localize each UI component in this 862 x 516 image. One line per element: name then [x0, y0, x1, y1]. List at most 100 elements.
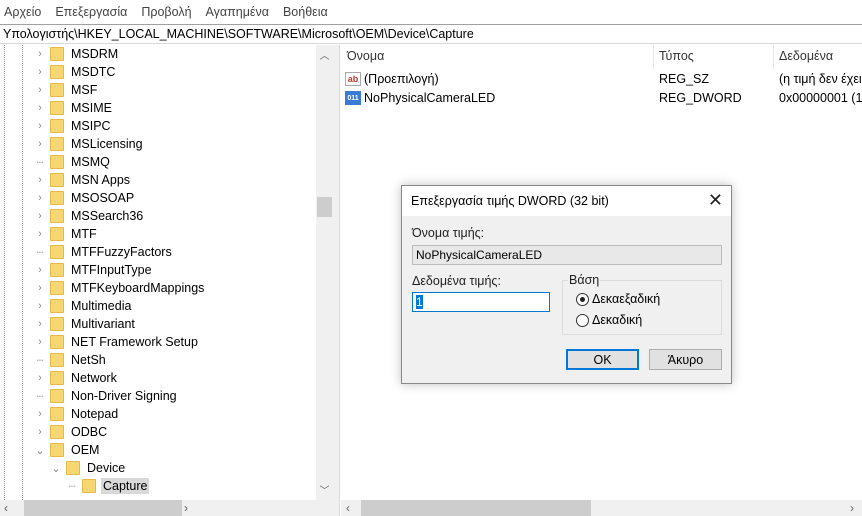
- scroll-down-icon[interactable]: ﹀: [316, 482, 333, 497]
- folder-icon: [50, 155, 64, 169]
- value-name-label: Όνομα τιμής:: [412, 226, 485, 240]
- tree-item-label: MSDRM: [71, 47, 119, 61]
- expand-chevron-icon[interactable]: ›: [34, 192, 46, 204]
- expand-chevron-icon[interactable]: ›: [34, 102, 46, 114]
- tree-item-label: Notepad: [71, 407, 119, 421]
- scroll-thumb[interactable]: [24, 500, 182, 516]
- value-name-field: NoPhysicalCameraLED: [412, 245, 722, 265]
- tree-item[interactable]: › MTFInputType: [34, 261, 154, 279]
- expand-chevron-icon[interactable]: ›: [34, 408, 46, 420]
- tree-item[interactable]: › MTFKeyboardMappings: [34, 279, 206, 297]
- tree-item[interactable]: ┈ Non-Driver Signing: [34, 387, 179, 405]
- value-data: 0x00000001 (1): [779, 91, 862, 105]
- expand-chevron-icon[interactable]: ›: [34, 210, 46, 222]
- folder-icon: [50, 281, 64, 295]
- menu-file[interactable]: Αρχείο: [4, 5, 41, 19]
- expand-chevron-icon[interactable]: ›: [34, 264, 46, 276]
- values-horizontal-scrollbar[interactable]: ‹ ›: [341, 500, 862, 516]
- close-icon[interactable]: ✕: [708, 190, 723, 211]
- value-type: REG_DWORD: [659, 91, 742, 105]
- tree-item[interactable]: › ODBC: [34, 423, 109, 441]
- column-data[interactable]: Δεδομένα: [779, 49, 833, 63]
- column-type[interactable]: Τύπος: [659, 49, 694, 63]
- expand-chevron-icon[interactable]: ›: [34, 120, 46, 132]
- column-name[interactable]: Όνομα: [347, 49, 384, 63]
- menu-view[interactable]: Προβολή: [141, 5, 191, 19]
- scroll-right-icon[interactable]: ›: [184, 501, 188, 515]
- expand-chevron-icon[interactable]: ›: [34, 300, 46, 312]
- expand-chevron-icon[interactable]: ›: [34, 372, 46, 384]
- tree-item[interactable]: › MSSearch36: [34, 207, 145, 225]
- collapse-chevron-icon[interactable]: ⌄: [50, 462, 62, 475]
- tree-item-label: Multivariant: [71, 317, 135, 331]
- tree-item[interactable]: › MSLicensing: [34, 135, 145, 153]
- folder-icon: [50, 371, 64, 385]
- base-decimal-radio[interactable]: Δεκαδική: [576, 313, 642, 327]
- address-bar[interactable]: Υπολογιστής\HKEY_LOCAL_MACHINE\SOFTWARE\…: [0, 24, 862, 44]
- expand-chevron-icon[interactable]: ›: [34, 48, 46, 60]
- expand-chevron-icon[interactable]: ›: [34, 318, 46, 330]
- base-hex-radio[interactable]: Δεκαεξαδική: [576, 292, 660, 306]
- value-row[interactable]: 011 NoPhysicalCameraLED: [345, 89, 495, 107]
- tree-item[interactable]: ┈ Capture: [66, 477, 150, 495]
- tree-item[interactable]: › Multivariant: [34, 315, 137, 333]
- folder-icon: [50, 137, 64, 151]
- expand-chevron-icon[interactable]: ›: [34, 426, 46, 438]
- column-divider[interactable]: [773, 45, 774, 69]
- tree-item[interactable]: › Notepad: [34, 405, 120, 423]
- ok-button[interactable]: OK: [566, 349, 639, 370]
- expand-chevron-icon[interactable]: ›: [34, 282, 46, 294]
- tree-item[interactable]: › MSIPC: [34, 117, 113, 135]
- expand-chevron-icon[interactable]: ›: [34, 174, 46, 186]
- scroll-left-icon[interactable]: ‹: [4, 501, 8, 515]
- tree-item[interactable]: ┈ NetSh: [34, 351, 108, 369]
- tree-item[interactable]: ┈ MTFFuzzyFactors: [34, 243, 174, 261]
- scroll-left-icon[interactable]: ‹: [346, 501, 350, 515]
- tree-item[interactable]: › MSDTC: [34, 63, 117, 81]
- scroll-right-icon[interactable]: ›: [850, 501, 854, 515]
- folder-icon: [50, 47, 64, 61]
- expand-chevron-icon[interactable]: ›: [34, 84, 46, 96]
- tree-item-label: MTFKeyboardMappings: [71, 281, 205, 295]
- expand-chevron-icon[interactable]: ›: [34, 228, 46, 240]
- column-divider[interactable]: [653, 45, 654, 69]
- scroll-thumb[interactable]: [361, 500, 591, 516]
- tree-item[interactable]: ⌄ OEM: [34, 441, 101, 459]
- tree-item-label: MSN Apps: [71, 173, 131, 187]
- menu-help[interactable]: Βοήθεια: [283, 5, 328, 19]
- tree-item[interactable]: › Multimedia: [34, 297, 133, 315]
- tree-guide-line: [22, 45, 23, 500]
- expand-chevron-icon[interactable]: ›: [34, 336, 46, 348]
- tree-item[interactable]: › NET Framework Setup: [34, 333, 200, 351]
- scroll-up-icon[interactable]: ︿: [316, 47, 333, 62]
- menu-favorites[interactable]: Αγαπημένα: [206, 5, 269, 19]
- tree-item[interactable]: › MSDRM: [34, 45, 120, 63]
- tree-item[interactable]: ┈ MSMQ: [34, 153, 112, 171]
- tree-horizontal-scrollbar[interactable]: ‹ ›: [0, 500, 333, 516]
- value-row[interactable]: ab (Προεπιλογή): [345, 70, 439, 88]
- expand-chevron-icon[interactable]: ›: [34, 138, 46, 150]
- tree-item[interactable]: › Network: [34, 369, 119, 387]
- tree-item-label: MTF: [71, 227, 97, 241]
- menu-edit[interactable]: Επεξεργασία: [55, 5, 127, 19]
- scroll-thumb[interactable]: [317, 197, 332, 217]
- tree-item-label: MSMQ: [71, 155, 110, 169]
- folder-icon: [50, 425, 64, 439]
- tree-item-label: MSIME: [71, 101, 112, 115]
- tree-item[interactable]: › MSF: [34, 81, 99, 99]
- tree-item[interactable]: › MSN Apps: [34, 171, 132, 189]
- collapse-chevron-icon[interactable]: ⌄: [34, 444, 46, 457]
- folder-icon: [50, 317, 64, 331]
- tree-item[interactable]: ⌄ Device: [50, 459, 127, 477]
- tree-item[interactable]: › MSOSOAP: [34, 189, 136, 207]
- tree-vertical-scrollbar[interactable]: ︿ ﹀: [316, 45, 333, 500]
- tree-item[interactable]: › MTF: [34, 225, 99, 243]
- dialog-title-bar: Επεξεργασία τιμής DWORD (32 bit) ✕: [402, 186, 731, 216]
- value-data-input[interactable]: 1: [412, 292, 550, 312]
- value-type: REG_SZ: [659, 72, 710, 86]
- tree-item[interactable]: › MSIME: [34, 99, 114, 117]
- expand-chevron-icon[interactable]: ›: [34, 66, 46, 78]
- tree-item-label: ODBC: [71, 425, 108, 439]
- cancel-button[interactable]: Άκυρο: [649, 349, 722, 370]
- pane-splitter[interactable]: [333, 45, 340, 516]
